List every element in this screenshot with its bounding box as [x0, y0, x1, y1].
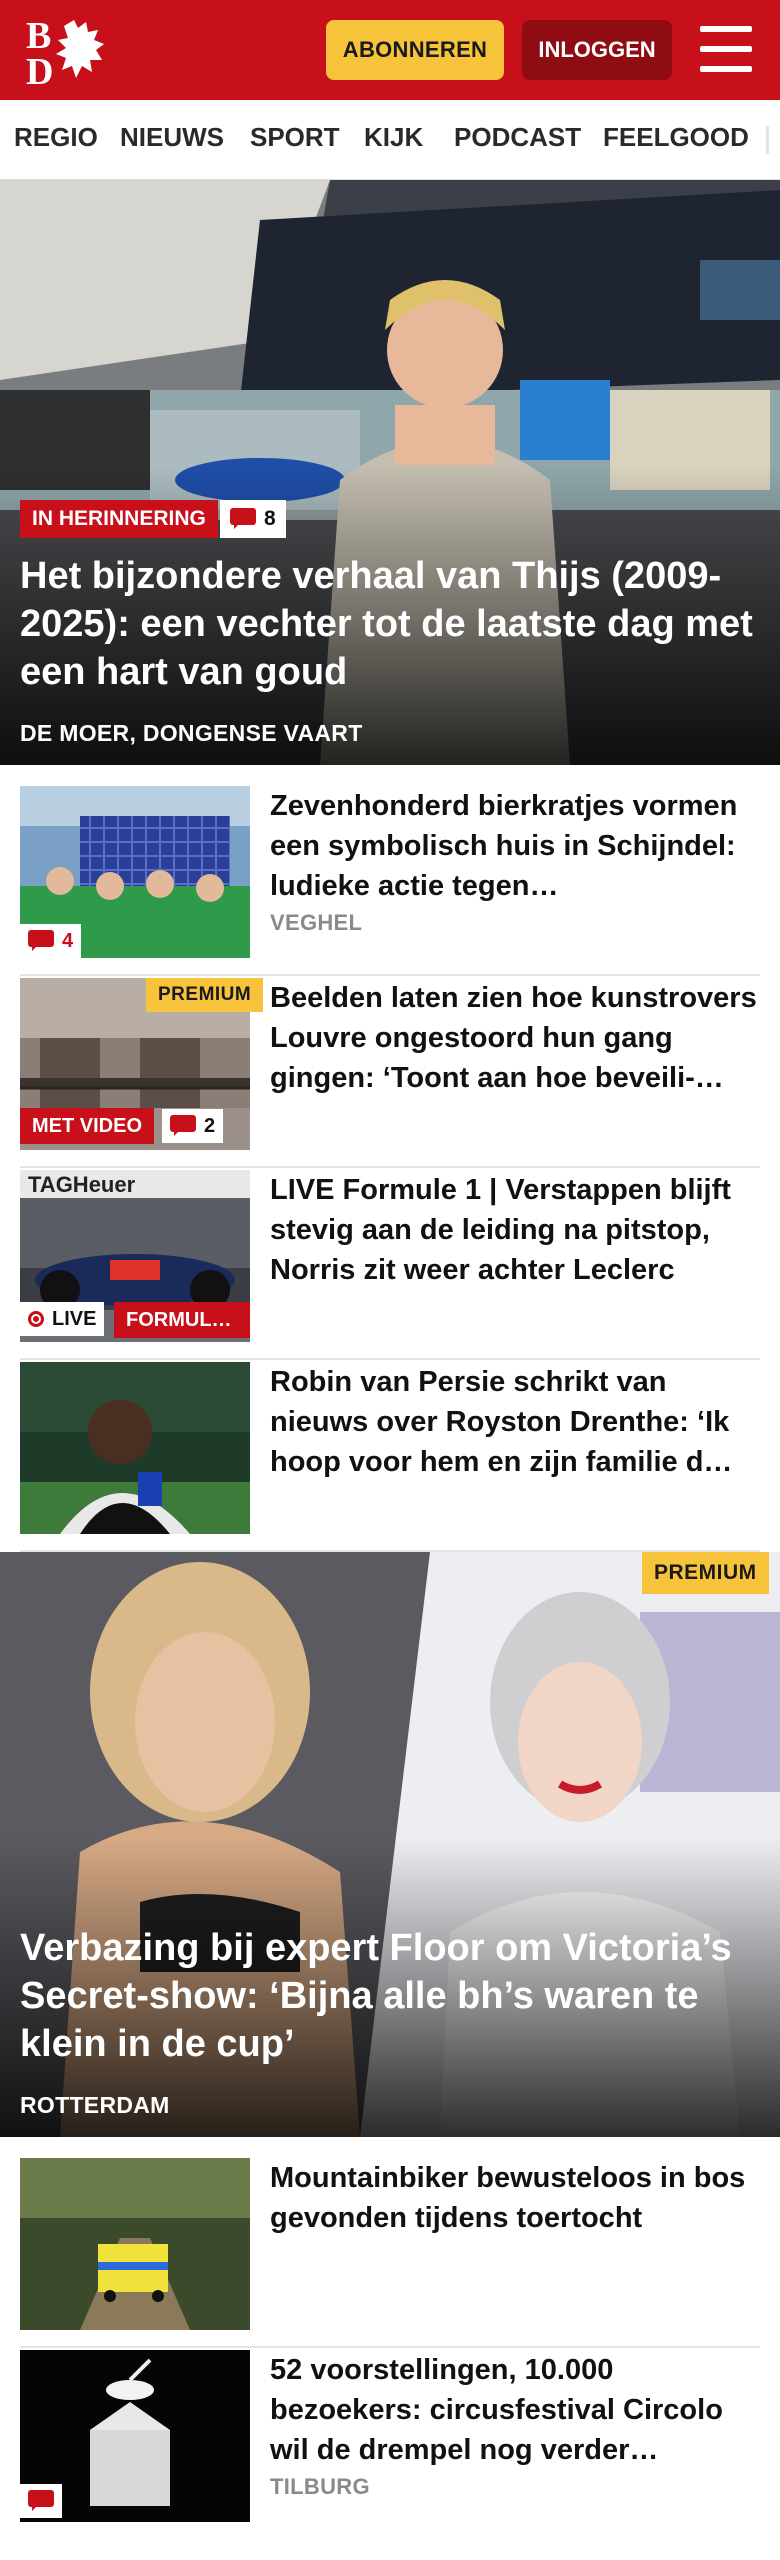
list-item[interactable]: 52 voorstellingen, 10.000 bezoekers: cir…: [20, 2350, 760, 2540]
svg-text:D: D: [26, 51, 53, 86]
hero-comments-number: 8: [264, 507, 276, 530]
premium-badge: PREMIUM: [642, 1552, 769, 1594]
nav-item-regio[interactable]: REGIO: [14, 122, 98, 153]
article-title[interactable]: LIVE Formule 1 | Verstappen blijft stevi…: [270, 1170, 760, 1290]
hero-tag: IN HERINNERING: [20, 500, 218, 538]
article-thumbnail: [20, 2158, 250, 2330]
nav-fade: [750, 100, 780, 179]
live-dot-icon: [28, 1311, 44, 1327]
category-tag: FORMUL…: [114, 1302, 250, 1338]
comment-count: 2: [162, 1109, 224, 1143]
hero-title[interactable]: Het bijzondere verhaal van Thijs (2009-2…: [20, 552, 760, 696]
top-bar: B D ABONNEREN INLOGGEN: [0, 0, 780, 100]
list-item[interactable]: 4 Zevenhonderd bierkratjes vormen een sy…: [20, 786, 760, 976]
live-badge: LIVE: [20, 1302, 105, 1336]
comments-number: 4: [62, 929, 74, 952]
comment-icon: [28, 2490, 54, 2512]
nav-item-feelgood[interactable]: FEELGOOD: [603, 122, 749, 153]
login-button[interactable]: INLOGGEN: [522, 20, 672, 80]
menu-icon[interactable]: [700, 26, 752, 74]
hero2-title[interactable]: Verbazing bij expert Floor om Victoria’s…: [20, 1924, 760, 2068]
hero-comment-count: 8: [220, 500, 286, 538]
subscribe-button[interactable]: ABONNEREN: [326, 20, 504, 80]
article-title[interactable]: 52 voorstellingen, 10.000 bezoekers: cir…: [270, 2350, 760, 2470]
nav-item-kijk[interactable]: KIJK: [364, 122, 423, 153]
nav-item-sport[interactable]: SPORT: [250, 122, 340, 153]
nav-item-nieuws[interactable]: NIEUWS: [120, 122, 224, 153]
article-title[interactable]: Robin van Persie schrikt van nieuws over…: [270, 1362, 760, 1482]
video-tag: MET VIDEO: [20, 1108, 155, 1144]
comment-count: 4: [20, 924, 82, 958]
list-item[interactable]: Mountainbiker bewusteloos in bos gevonde…: [20, 2158, 760, 2348]
article-title[interactable]: Beelden laten zien hoe kunstro­vers Louv…: [270, 978, 760, 1098]
premium-badge: PREMIUM: [146, 978, 264, 1012]
hero2-location: ROTTERDAM: [20, 2092, 170, 2118]
article-title[interactable]: Mountainbiker bewusteloos in bos gevonde…: [270, 2158, 760, 2238]
live-label: LIVE: [52, 1307, 97, 1330]
list-item[interactable]: PREMIUM MET VIDEO 2 Beelden laten zien h…: [20, 978, 760, 1168]
comment-icon: [28, 930, 54, 952]
list-item[interactable]: Robin van Persie schrikt van nieuws over…: [20, 1362, 760, 1552]
article-location: TILBURG: [270, 2474, 370, 2499]
hero-location: DE MOER, DONGENSE VAART: [20, 720, 363, 746]
section-nav: REGIO NIEUWS SPORT KIJK PODCAST FEELGOOD: [0, 100, 780, 180]
bd-logo-mark: B D: [26, 15, 104, 93]
comment-count: [20, 2484, 62, 2518]
list-item[interactable]: TAGHeuer LIVE FORMUL… LIVE Formule 1 | V…: [20, 1170, 760, 1360]
hero-article[interactable]: IN HERINNERING 8 Het bijzondere verhaal …: [0, 180, 780, 765]
comment-icon: [170, 1115, 196, 1137]
comments-number: 2: [204, 1114, 216, 1137]
hero-article-2[interactable]: PREMIUM Verbazing bij expert Floor om Vi…: [0, 1552, 780, 2137]
article-thumbnail: [20, 1362, 250, 1534]
article-location: VEGHEL: [270, 910, 363, 935]
nav-item-podcast[interactable]: PODCAST: [454, 122, 581, 153]
article-title[interactable]: Zevenhonderd bierkratjes vormen een symb…: [270, 786, 760, 906]
bd-logo[interactable]: B D: [26, 14, 116, 93]
comment-icon: [230, 508, 256, 530]
svg-text:TAGHeuer: TAGHeuer: [28, 1172, 136, 1197]
